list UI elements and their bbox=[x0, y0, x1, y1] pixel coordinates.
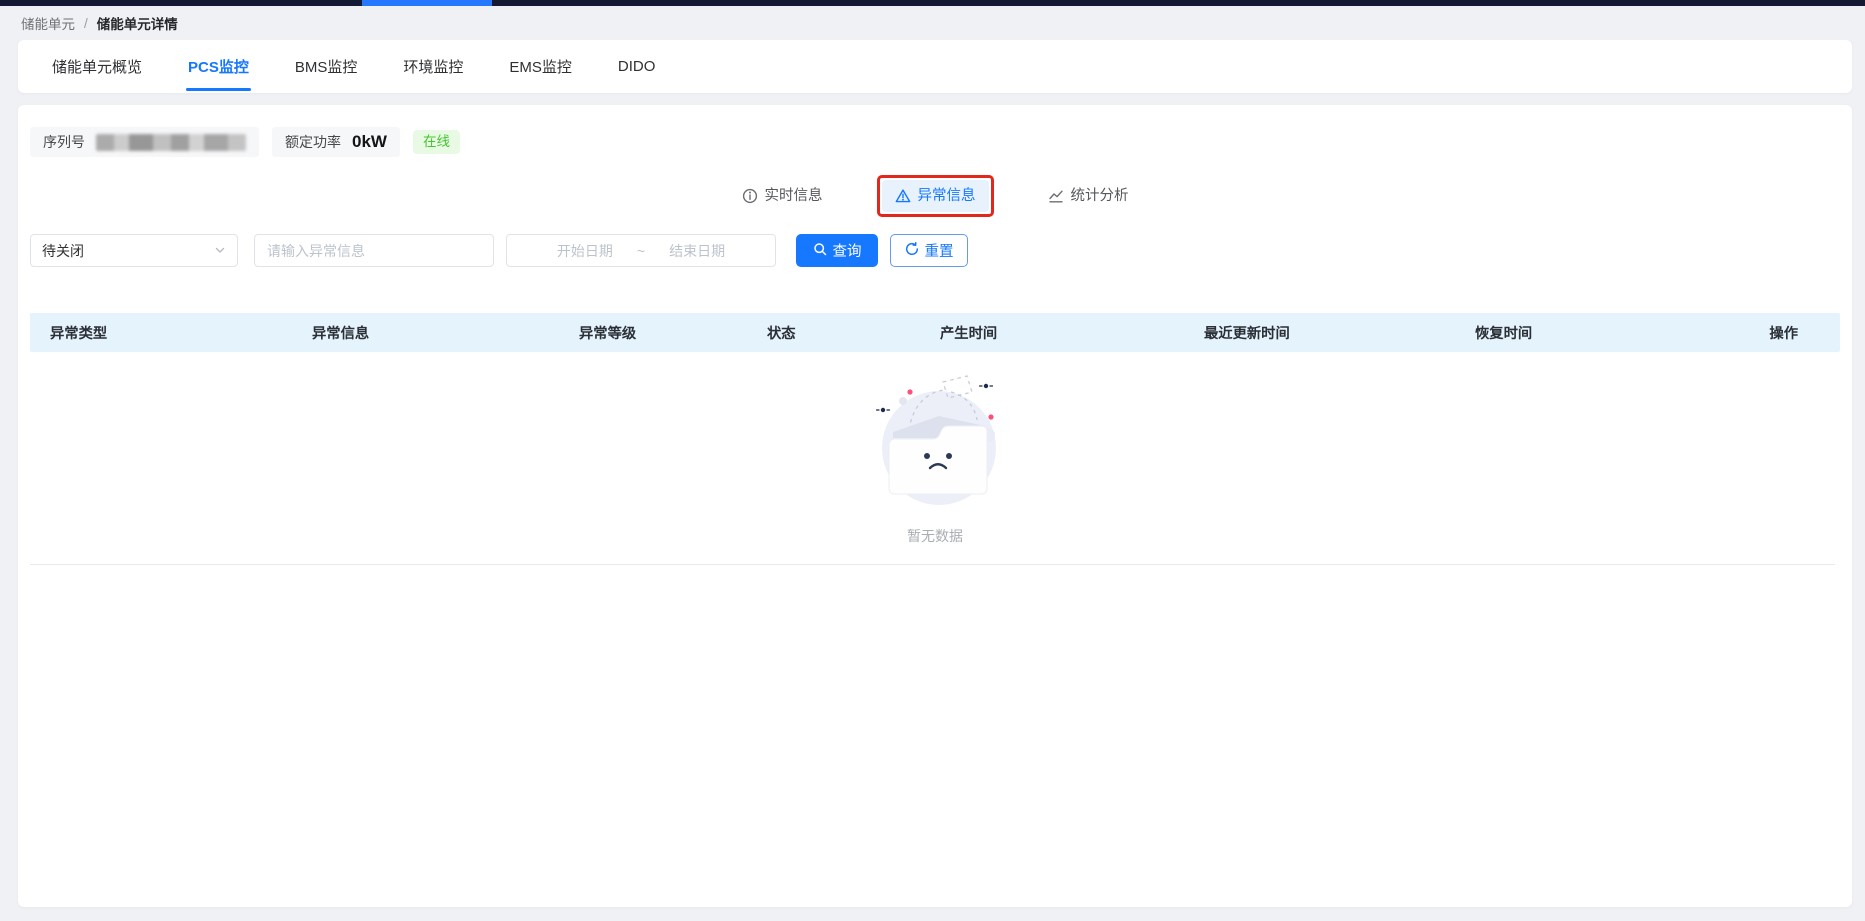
empty-folder-illustration bbox=[851, 368, 1019, 523]
column-header-updated-time: 最近更新时间 bbox=[1204, 322, 1475, 343]
serial-number-masked-value bbox=[96, 134, 246, 151]
column-header-anomaly-type: 异常类型 bbox=[50, 322, 312, 343]
column-header-anomaly-info: 异常信息 bbox=[312, 322, 579, 343]
tab-env-monitor[interactable]: 环境监控 bbox=[380, 40, 486, 93]
breadcrumb-parent[interactable]: 储能单元 bbox=[21, 13, 75, 33]
anomaly-table-header: 异常类型 异常信息 异常等级 状态 产生时间 最近更新时间 恢复时间 操作 bbox=[30, 313, 1840, 352]
date-range-separator: ~ bbox=[637, 243, 645, 259]
pcs-monitor-panel: 序列号 额定功率 0kW 在线 实时信息 bbox=[18, 105, 1852, 907]
empty-state: 暂无数据 bbox=[18, 368, 1852, 546]
tab-ems-monitor[interactable]: EMS监控 bbox=[486, 40, 595, 93]
view-tab-label: 实时信息 bbox=[765, 189, 823, 204]
chevron-down-icon bbox=[214, 243, 226, 259]
search-button-label: 查询 bbox=[833, 240, 862, 261]
breadcrumb-current: 储能单元详情 bbox=[97, 13, 178, 33]
view-tab-label: 统计分析 bbox=[1071, 189, 1129, 204]
module-tab-bar: 储能单元概览 PCS监控 BMS监控 环境监控 EMS监控 DIDO bbox=[18, 40, 1852, 93]
view-tab-statistics[interactable]: 统计分析 bbox=[1048, 188, 1129, 204]
column-header-created-time: 产生时间 bbox=[940, 322, 1204, 343]
tab-pcs-monitor[interactable]: PCS监控 bbox=[165, 40, 272, 93]
search-button[interactable]: 查询 bbox=[796, 234, 878, 267]
column-header-actions: 操作 bbox=[1680, 322, 1820, 343]
date-range-picker[interactable]: ~ bbox=[506, 234, 776, 267]
column-header-recovered-time: 恢复时间 bbox=[1475, 322, 1680, 343]
view-tab-bar: 实时信息 异常信息 统计分析 bbox=[18, 174, 1852, 218]
column-header-status: 状态 bbox=[767, 322, 940, 343]
status-select[interactable]: 待关闭 bbox=[30, 234, 238, 267]
online-status-badge: 在线 bbox=[413, 130, 460, 154]
rated-power-value: 0kW bbox=[352, 132, 387, 152]
date-end-input[interactable] bbox=[645, 243, 749, 259]
view-tab-anomaly[interactable]: 异常信息 bbox=[882, 180, 989, 212]
breadcrumb: 储能单元 / 储能单元详情 bbox=[0, 6, 1865, 40]
info-icon bbox=[742, 188, 758, 204]
serial-number-chip: 序列号 bbox=[30, 127, 259, 157]
table-bottom-divider bbox=[30, 564, 1835, 565]
tab-bms-monitor[interactable]: BMS监控 bbox=[272, 40, 381, 93]
search-icon bbox=[813, 242, 827, 260]
chart-icon bbox=[1048, 188, 1064, 204]
status-select-value: 待关闭 bbox=[42, 241, 84, 261]
reset-button-label: 重置 bbox=[925, 240, 954, 261]
filter-row: 待关闭 ~ 查询 bbox=[30, 234, 1852, 267]
breadcrumb-separator: / bbox=[84, 16, 88, 31]
tab-unit-overview[interactable]: 储能单元概览 bbox=[29, 40, 165, 93]
refresh-icon bbox=[905, 242, 919, 260]
keyword-input-wrap bbox=[254, 234, 494, 267]
annotation-highlight-box: 异常信息 bbox=[877, 175, 994, 217]
window-top-accent bbox=[362, 0, 492, 6]
rated-power-chip: 额定功率 0kW bbox=[272, 127, 400, 157]
view-tab-realtime[interactable]: 实时信息 bbox=[742, 188, 823, 204]
serial-number-label: 序列号 bbox=[43, 132, 85, 152]
window-top-strip bbox=[0, 0, 1865, 6]
column-header-anomaly-level: 异常等级 bbox=[579, 322, 767, 343]
keyword-input[interactable] bbox=[267, 243, 481, 259]
warning-icon bbox=[895, 188, 911, 204]
view-tab-label: 异常信息 bbox=[918, 189, 976, 204]
tab-dido[interactable]: DIDO bbox=[595, 40, 679, 93]
empty-state-text: 暂无数据 bbox=[907, 526, 963, 546]
reset-button[interactable]: 重置 bbox=[890, 234, 968, 267]
device-info-row: 序列号 额定功率 0kW 在线 bbox=[30, 127, 1852, 157]
rated-power-label: 额定功率 bbox=[285, 132, 341, 152]
date-start-input[interactable] bbox=[533, 243, 637, 259]
